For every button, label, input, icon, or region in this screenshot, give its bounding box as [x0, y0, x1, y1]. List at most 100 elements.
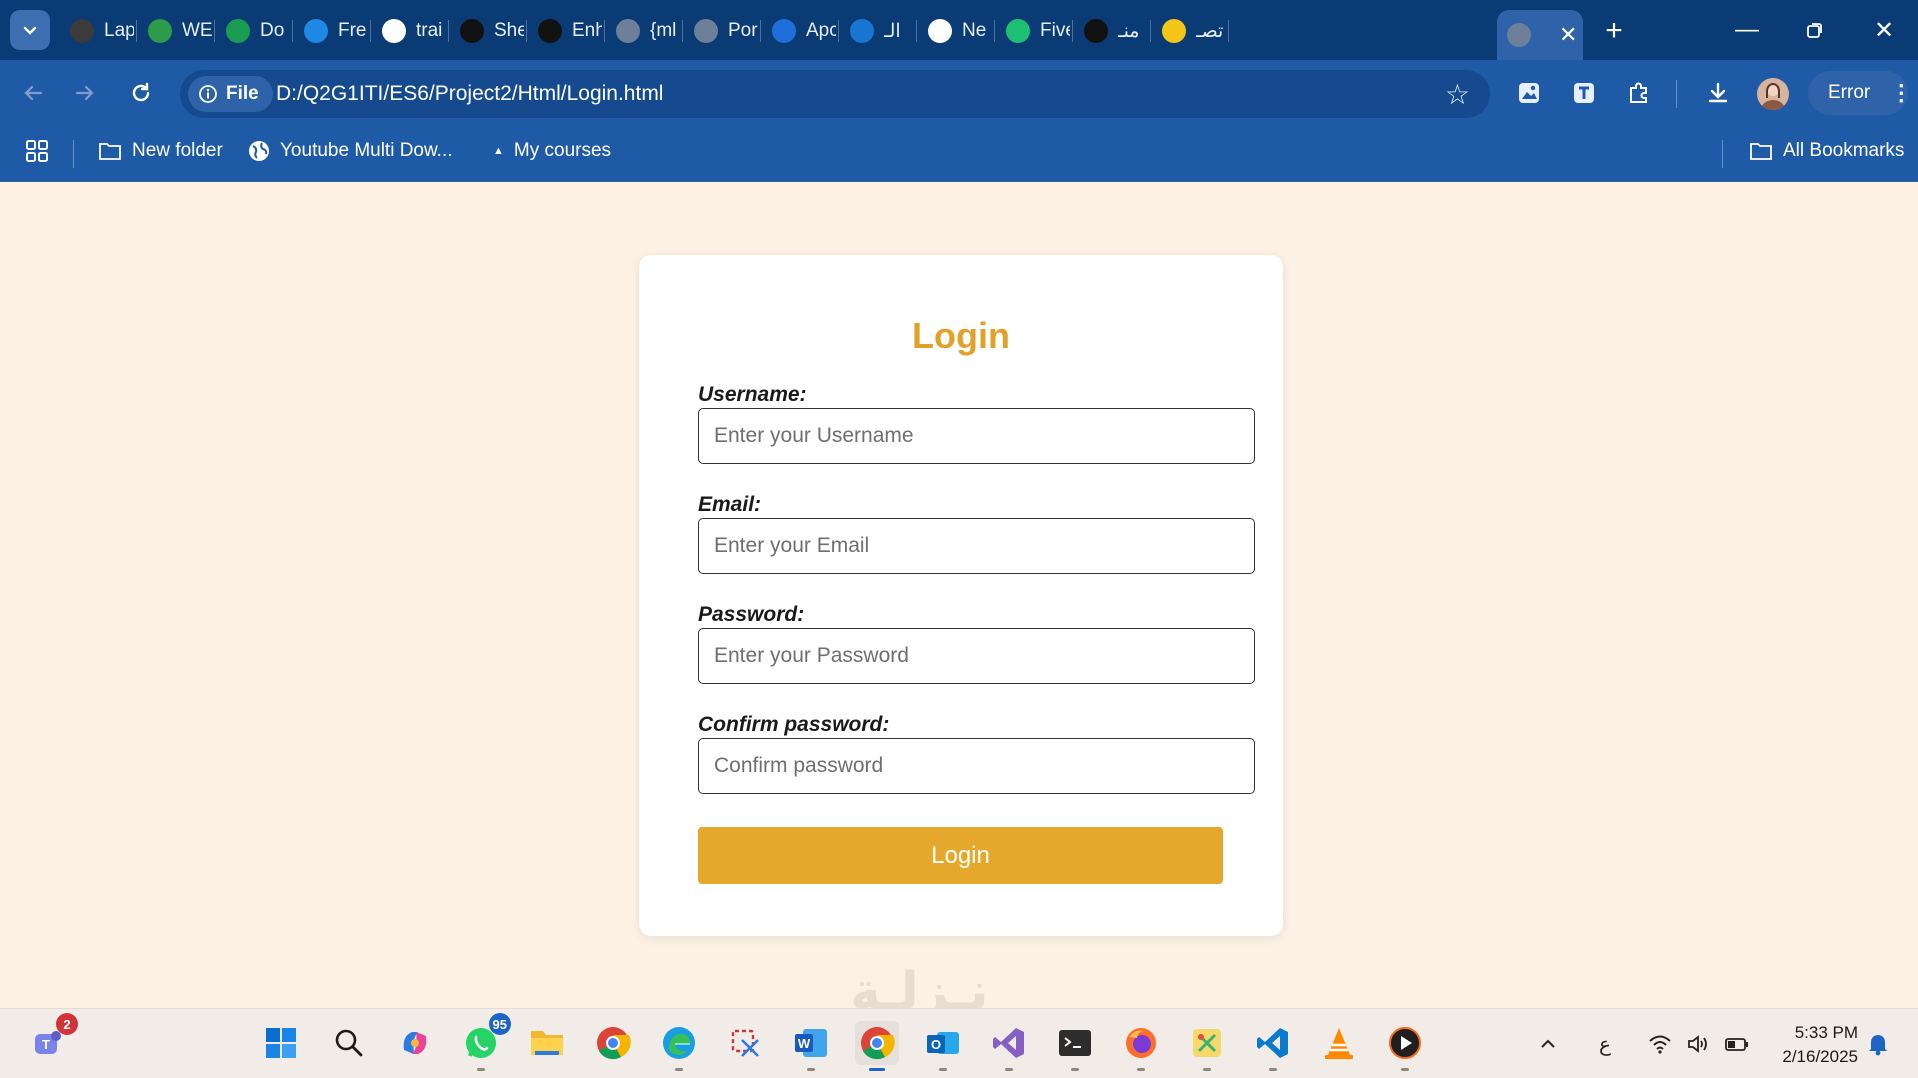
downloads-icon[interactable]	[1703, 78, 1733, 108]
vscode-icon	[1257, 1028, 1288, 1058]
bookmark-label: My courses	[513, 140, 612, 161]
chrome-profile-app[interactable]	[855, 1021, 899, 1071]
browser-tab[interactable]: Fre	[294, 10, 368, 52]
input-language-indicator[interactable]: ع	[1599, 1009, 1611, 1078]
tab-title: منـ	[1118, 20, 1140, 42]
back-button[interactable]	[16, 76, 50, 110]
browser-tab[interactable]: Do	[216, 10, 290, 52]
visual-studio-app[interactable]	[987, 1021, 1031, 1071]
system-tray-status[interactable]	[1648, 1009, 1750, 1078]
bookmark-new-folder[interactable]: New folder	[98, 140, 223, 162]
word-app[interactable]: W	[789, 1021, 833, 1071]
snipping-tool-app[interactable]	[723, 1021, 767, 1065]
apps-grid-button[interactable]	[26, 140, 48, 162]
profile-error-button[interactable]: Error ⋮	[1808, 71, 1912, 115]
teams-app[interactable]: T 2	[26, 1013, 78, 1065]
svg-text:W: W	[798, 1036, 811, 1051]
file-explorer-app[interactable]	[525, 1021, 569, 1065]
browser-tab[interactable]: Ne	[918, 10, 992, 52]
image-extension-icon[interactable]	[1514, 78, 1544, 108]
taskbar-clock[interactable]: 5:33 PM 2/16/2025	[1768, 1021, 1858, 1069]
minimize-button[interactable]: —	[1713, 0, 1781, 60]
bookmark-my-courses[interactable]: ▲ My courses	[493, 140, 611, 162]
tab-separator	[682, 20, 683, 42]
password-label: Password:	[698, 603, 805, 626]
puzzle-extensions-icon[interactable]	[1624, 78, 1654, 108]
browser-tab[interactable]: {ml	[606, 10, 680, 52]
username-input[interactable]	[698, 408, 1255, 464]
forward-button[interactable]	[68, 76, 102, 110]
tab-separator	[448, 20, 449, 42]
browser-tab[interactable]: trai	[372, 10, 446, 52]
vlc-app[interactable]	[1317, 1021, 1361, 1065]
browser-tab[interactable]: Por	[684, 10, 758, 52]
email-input[interactable]	[698, 518, 1255, 574]
chevron-up-icon	[1541, 1039, 1555, 1048]
chevron-down-icon	[23, 26, 37, 35]
triangle-icon: ▲	[493, 145, 504, 157]
tab-separator	[370, 20, 371, 42]
terminal-app[interactable]	[1053, 1021, 1097, 1071]
copilot-app[interactable]	[393, 1021, 437, 1065]
confirm-password-input[interactable]	[698, 738, 1255, 794]
browser-tab[interactable]: Enh	[528, 10, 602, 52]
browser-tab[interactable]: منـ	[1074, 10, 1148, 52]
close-tab-icon[interactable]: ✕	[1559, 22, 1577, 48]
edge-app[interactable]	[657, 1021, 701, 1071]
restore-icon	[1807, 23, 1822, 38]
notifications-button[interactable]	[1867, 1009, 1889, 1078]
media-player-app[interactable]	[1383, 1021, 1427, 1071]
svg-text:O: O	[931, 1037, 941, 1052]
new-tab-button[interactable]: +	[1597, 14, 1631, 48]
browser-tab[interactable]: Lap	[60, 10, 134, 52]
word-icon: W	[795, 1029, 827, 1057]
all-bookmarks-button[interactable]: All Bookmarks	[1749, 140, 1904, 162]
tab-active-login[interactable]: ✕	[1497, 10, 1583, 60]
browser-tab[interactable]: She	[450, 10, 524, 52]
folder-icon	[531, 1031, 563, 1055]
vscode-app[interactable]	[1251, 1021, 1295, 1071]
start-button[interactable]	[259, 1021, 303, 1065]
tab-separator	[214, 20, 215, 42]
show-hidden-icons-button[interactable]	[1538, 1009, 1558, 1078]
browser-tab[interactable]: تصـ	[1152, 10, 1226, 52]
tab-title: Fre	[338, 20, 367, 41]
tab-title: تصـ	[1196, 20, 1224, 42]
bookmark-youtube-downloader[interactable]: Youtube Multi Dow...	[248, 140, 453, 162]
tab-title: Enh	[572, 20, 602, 41]
address-bar[interactable]: File D:/Q2G1ITI/ES6/Project2/Html/Login.…	[180, 70, 1490, 118]
firefox-app[interactable]	[1119, 1021, 1163, 1071]
info-icon	[199, 85, 217, 103]
outlook-app[interactable]: O	[921, 1021, 965, 1071]
firefox-icon	[1126, 1028, 1156, 1058]
tab-separator	[1150, 20, 1151, 42]
tab-favicon-icon	[148, 19, 172, 43]
url-text[interactable]: D:/Q2G1ITI/ES6/Project2/Html/Login.html	[276, 82, 663, 106]
tab-separator	[760, 20, 761, 42]
tools-icon	[1193, 1029, 1221, 1057]
tab-separator	[838, 20, 839, 42]
browser-tab[interactable]: Apc	[762, 10, 836, 52]
site-info-chip[interactable]: File	[188, 76, 273, 112]
bookmark-star-icon[interactable]: ☆	[1445, 78, 1470, 111]
search-button[interactable]	[327, 1021, 371, 1065]
profile-avatar[interactable]	[1757, 78, 1789, 110]
restore-button[interactable]	[1781, 0, 1849, 60]
chrome-icon	[861, 1027, 895, 1060]
chrome-app[interactable]	[591, 1021, 635, 1065]
more-menu-icon[interactable]: ⋮	[1890, 80, 1912, 106]
login-button[interactable]: Login	[698, 827, 1223, 884]
password-input[interactable]	[698, 628, 1255, 684]
tools-app[interactable]	[1185, 1021, 1229, 1071]
teams-badge: 2	[56, 1013, 78, 1035]
running-indicator	[939, 1068, 947, 1071]
browser-tab[interactable]: WE	[138, 10, 212, 52]
close-window-button[interactable]: ✕	[1850, 0, 1918, 60]
text-extension-icon[interactable]	[1569, 78, 1599, 108]
browser-tab[interactable]: Five	[996, 10, 1070, 52]
whatsapp-app[interactable]: 95	[459, 1013, 511, 1071]
bookmarks-divider	[1722, 140, 1723, 168]
reload-button[interactable]	[124, 76, 158, 110]
tab-search-button[interactable]	[10, 10, 50, 50]
browser-tab[interactable]: الـ	[840, 10, 914, 52]
